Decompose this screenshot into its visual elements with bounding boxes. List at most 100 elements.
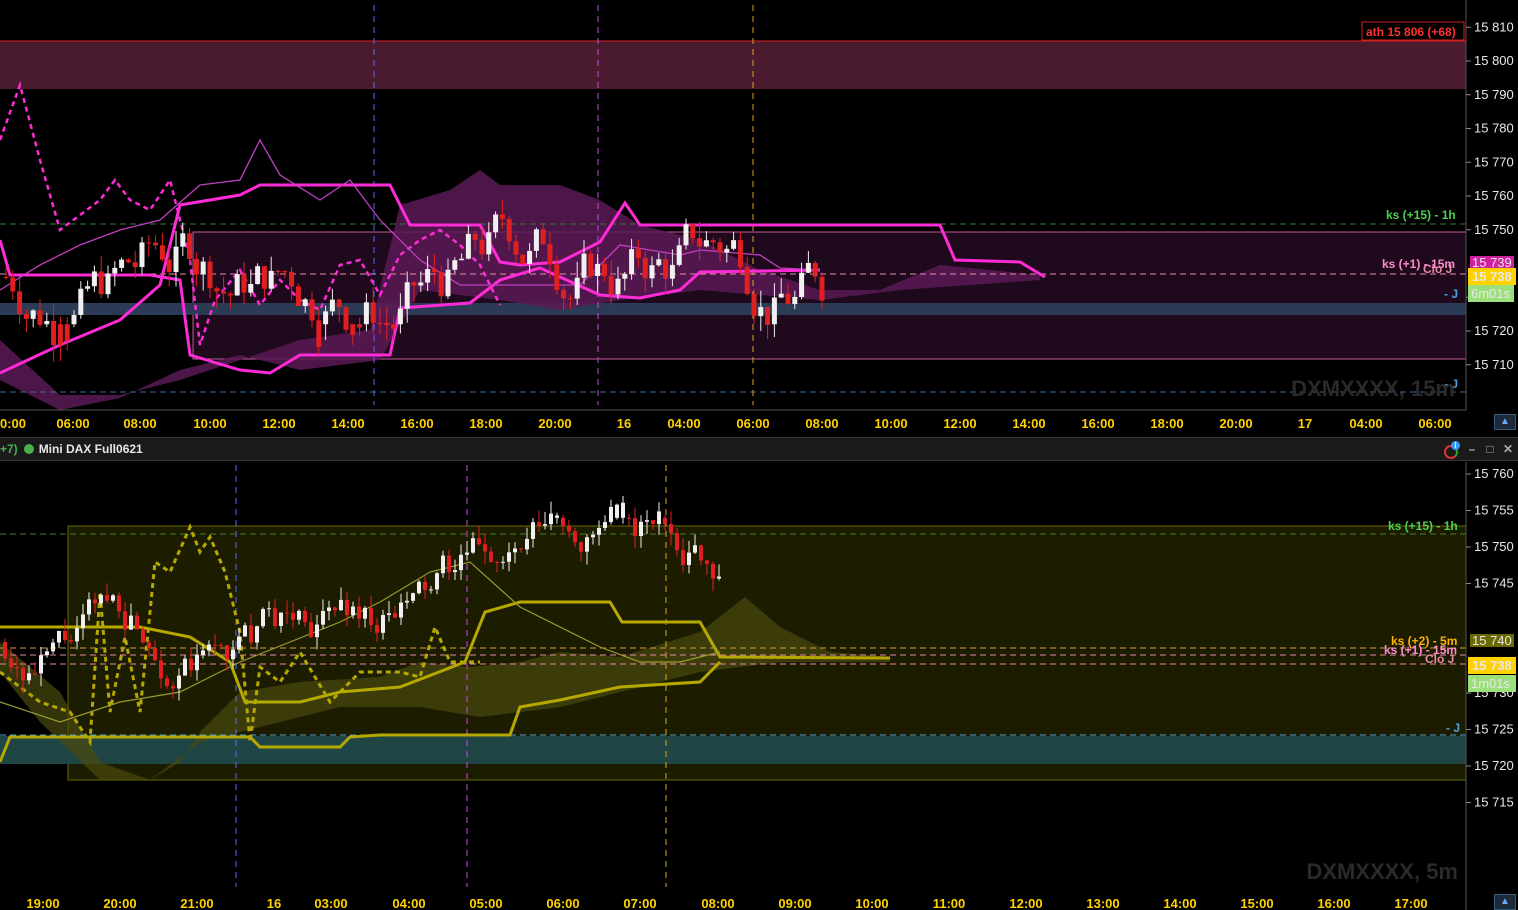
time-axis-label: 08:00 [701, 896, 734, 910]
candle-body [45, 651, 49, 656]
candle-body [693, 545, 697, 553]
candle-body [690, 224, 696, 239]
candle-body [165, 678, 169, 687]
time-axis-label: 14:00 [331, 416, 364, 431]
candle-body [531, 522, 535, 539]
candle-body [645, 520, 649, 522]
candle-body [51, 642, 55, 652]
time-axis-label: 06:00 [1418, 416, 1451, 431]
candle-body [615, 278, 621, 295]
time-axis-label: 12:00 [1009, 896, 1042, 910]
time-axis-label: 11:00 [933, 896, 966, 910]
scroll-to-latest-button-5m[interactable]: ▲ [1494, 894, 1516, 910]
candle-body [675, 533, 679, 551]
chart-canvas-15m[interactable]: 15 810 15 800 15 790 15 780 15 770 15 760 15 7… [0, 0, 1518, 435]
price-axis-label: 15 790 [1474, 87, 1514, 102]
minimize-icon[interactable]: – [1466, 443, 1478, 455]
price-axis-label: 15 720 [1474, 758, 1514, 773]
candle-body [579, 542, 583, 552]
chart-pane-15m[interactable]: 15 810 15 800 15 790 15 780 15 770 15 760 15 7… [0, 0, 1518, 435]
candle-body [147, 642, 151, 649]
candle-body [27, 673, 31, 681]
candle-body [507, 552, 511, 562]
time-axis-label: 08:00 [805, 416, 838, 431]
candle-body [289, 271, 295, 287]
candle-body [423, 581, 427, 590]
candle-body [207, 644, 211, 651]
candle-body [117, 595, 121, 612]
ghost-price: 15 739 [1472, 255, 1512, 270]
candle-body [87, 599, 91, 615]
candle-body [336, 299, 342, 308]
time-axis-label: 04:00 [392, 896, 425, 910]
candle-body [75, 628, 79, 642]
time-axis-label: 20:00 [538, 416, 571, 431]
candle-body [180, 233, 186, 247]
candle-body [255, 626, 259, 643]
candle-body [731, 240, 737, 249]
time-axis-label: 15:00 [1240, 896, 1273, 910]
candle-body [771, 297, 777, 325]
pane-title-bar: +7) Mini DAX Full0621 – □ ✕ [0, 437, 1518, 461]
candle-body [649, 265, 655, 279]
candle-body [445, 269, 451, 297]
candle-body [717, 242, 723, 253]
candle-body [323, 311, 329, 325]
candle-body [615, 504, 619, 518]
candle-body [339, 599, 343, 611]
time-axis-label: 06:00 [736, 416, 769, 431]
time-axis-label: 16 [267, 896, 281, 910]
candle-body [309, 299, 315, 321]
candle-body [573, 531, 577, 543]
candle-body [417, 581, 421, 594]
candle-body [37, 310, 43, 325]
candle-body [363, 607, 367, 619]
candle-body [195, 654, 199, 671]
candle-body [431, 269, 437, 273]
candle-body [10, 277, 16, 292]
candle-body [33, 673, 37, 675]
time-axis-label: 20:00 [1219, 416, 1252, 431]
ks-1h-label: ks (+15) - 1h [1388, 519, 1458, 533]
j-zone [0, 303, 1466, 315]
candle-body [30, 310, 36, 319]
time-axis-label: 12:00 [943, 416, 976, 431]
j-label: - J [1444, 287, 1458, 301]
price-axis-label: 15 755 [1474, 503, 1514, 518]
scroll-to-latest-button[interactable]: ▲ [1494, 414, 1516, 430]
candle-body [438, 272, 444, 297]
candle-body [703, 240, 709, 247]
price-axis-label: 15 750 [1474, 222, 1514, 237]
candle-body [554, 264, 560, 290]
candle-body [71, 314, 77, 325]
chart-canvas-5m[interactable]: 15 76015 75515 75015 74515 73015 72515 7… [0, 462, 1518, 910]
candle-body [547, 244, 553, 265]
candle-body [248, 284, 254, 293]
candle-body [105, 594, 109, 601]
candle-body [295, 286, 301, 307]
candle-body [525, 538, 529, 550]
bar-timer: 1m01s [1471, 676, 1511, 691]
candle-body [17, 291, 23, 315]
maximize-icon[interactable]: □ [1484, 443, 1496, 455]
candle-body [285, 612, 289, 614]
candle-body [687, 552, 691, 566]
time-axis-label: 14:00 [1163, 896, 1196, 910]
candle-body [303, 610, 307, 623]
time-axis-label: 0:00 [0, 416, 26, 431]
candle-body [567, 298, 573, 300]
candle-body [243, 625, 247, 637]
candle-body [78, 288, 84, 315]
close-icon[interactable]: ✕ [1502, 443, 1514, 455]
candle-body [343, 307, 349, 330]
candle-body [369, 607, 373, 626]
candle-body [404, 282, 410, 309]
candle-body [377, 322, 383, 324]
chart-pane-5m[interactable]: 15 760 15 755 15 750 15 745 15 730 15 725 15 7… [0, 462, 1518, 910]
candle-body [234, 274, 240, 296]
candle-body [506, 218, 512, 242]
alert-icon[interactable] [1442, 441, 1460, 459]
candle-body [221, 291, 227, 294]
candle-body [697, 238, 703, 247]
candle-body [129, 615, 133, 630]
